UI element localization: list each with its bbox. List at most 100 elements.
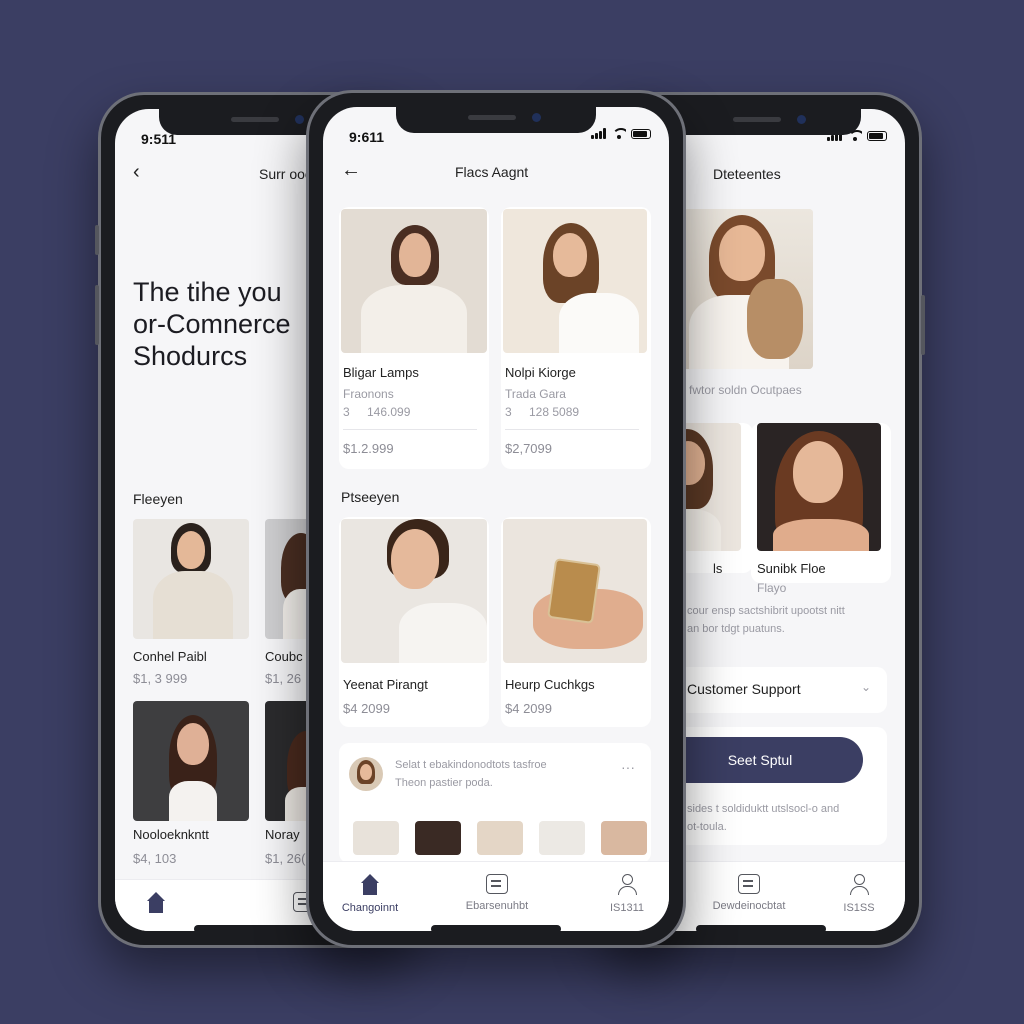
notch — [661, 109, 861, 135]
product-price: $1, 3 999 — [133, 671, 188, 686]
product-meta-right: 146.099 — [367, 405, 411, 419]
product-name: Coubc — [265, 649, 303, 664]
home-icon — [359, 874, 381, 896]
hero-line-3: Shodurcs — [133, 341, 248, 371]
page-title: Flacs Aagnt — [455, 164, 529, 180]
product-tag: ls — [713, 561, 723, 576]
cta-button-label: Seet Sptul — [727, 752, 793, 768]
product-name: Nolpi Kiorge — [505, 365, 576, 380]
product-image — [133, 519, 249, 639]
product-name: Sunibk Floe — [757, 561, 826, 576]
mockup-stage: Dteteentes fwtor soldn Ocutpaes ls Sunib… — [0, 0, 1024, 1024]
product-image-top[interactable] — [677, 209, 813, 369]
tab-catalog[interactable]: Dewdeinocbtat — [709, 874, 789, 912]
product-meta-left: 3 — [505, 405, 512, 419]
review-text-2: Theon pastier poda. — [395, 777, 493, 789]
divider — [343, 429, 477, 430]
page-title: Dteteentes — [713, 166, 781, 182]
cta-button[interactable]: Seet Sptul — [657, 737, 863, 783]
tab-catalog[interactable]: Ebarsenuhbt — [457, 874, 537, 912]
featured-card[interactable]: Nolpi Kiorge Trada Gara 3 128 5089 $2,70… — [501, 207, 651, 469]
product-image — [757, 423, 881, 551]
review-card[interactable]: Selat t ebakindonodtots tasfroe Theon pa… — [339, 743, 651, 863]
hero-line-2: or-Comnerce — [133, 309, 291, 339]
wifi-icon — [612, 128, 626, 139]
product-description-1: cour ensp sactshibrit upootst nitt — [687, 605, 845, 617]
product-image — [341, 519, 487, 663]
chevron-left-icon[interactable]: ‹ — [133, 161, 140, 184]
product-price: $1.2.999 — [343, 441, 394, 456]
tab-home-label: Changoinnt — [341, 902, 399, 914]
home-icon — [145, 892, 167, 914]
avatar — [415, 821, 461, 855]
product-name: Heurp Cuchkgs — [505, 677, 595, 692]
product-price: $1, 26( — [265, 851, 306, 866]
product-name: Bligar Lamps — [343, 365, 419, 380]
product-card[interactable]: Heurp Cuchkgs $4 2099 — [501, 517, 651, 727]
footer-text-1: sides t soldiduktt utslsocl-o and — [687, 803, 840, 815]
product-price: $2,7099 — [505, 441, 552, 456]
product-card[interactable]: Nooloeknkntt $4, 103 — [127, 701, 259, 871]
product-name: Yeenat Pirangt — [343, 677, 428, 692]
tab-catalog-label: Ebarsenuhbt — [465, 900, 529, 912]
tab-profile[interactable]: IS1311 — [599, 874, 655, 914]
product-subtitle: Trada Gara — [505, 387, 566, 401]
product-image — [503, 209, 647, 353]
more-horizontal-icon[interactable]: ··· — [621, 759, 635, 775]
avatar — [539, 821, 585, 855]
tab-home[interactable]: Changoinnt — [337, 874, 403, 914]
customer-support-label: Customer Support — [687, 681, 801, 697]
tab-profile-label: IS1SS — [843, 902, 875, 914]
tab-profile[interactable]: IS1SS — [831, 874, 887, 914]
home-indicator — [696, 925, 826, 931]
product-price: $4, 103 — [133, 851, 177, 866]
product-meta-right: 128 5089 — [529, 405, 580, 419]
notch — [396, 107, 596, 133]
product-card[interactable]: Sunibk Floe Flayo — [751, 423, 891, 595]
tab-catalog-label: Dewdeinocbtat — [712, 900, 786, 912]
avatar — [353, 821, 399, 855]
chevron-down-icon: ⌄ — [860, 680, 871, 694]
product-price: $4 2099 — [505, 701, 552, 716]
user-icon — [616, 874, 638, 896]
product-subtitle: Flayo — [757, 581, 787, 595]
product-name: Conhel Paibl — [133, 649, 207, 664]
product-price: $1, 26 — [265, 671, 302, 686]
product-image — [341, 209, 487, 353]
product-card[interactable]: Yeenat Pirangt $4 2099 — [339, 517, 489, 727]
arrow-left-icon[interactable]: ← — [341, 159, 361, 182]
avatar — [601, 821, 647, 855]
section-label: Ptseeyen — [341, 489, 400, 505]
featured-card[interactable]: Bligar Lamps Fraonons 3 146.099 $1.2.999 — [339, 207, 489, 469]
home-indicator — [194, 925, 324, 931]
user-icon — [848, 874, 870, 896]
avatar — [349, 757, 383, 791]
signal-icon — [591, 128, 607, 139]
battery-icon — [867, 130, 887, 141]
box-icon — [738, 874, 760, 894]
avatar — [477, 821, 523, 855]
product-subtitle: Fraonons — [343, 387, 394, 401]
status-icons — [591, 128, 651, 139]
phone-center-screen: 9:611 ← Flacs Aagnt Bligar Lamps Fraonon… — [323, 107, 669, 931]
product-image — [133, 701, 249, 821]
product-name: Nooloeknkntt — [133, 827, 209, 842]
tab-home[interactable] — [143, 892, 169, 920]
product-caption: fwtor soldn Ocutpaes — [689, 383, 802, 397]
section-label: Fleeyen — [133, 491, 183, 507]
tab-bar: Changoinnt Ebarsenuhbt IS1311 — [323, 861, 669, 931]
battery-icon — [631, 128, 651, 139]
product-name: Noray — [265, 827, 300, 842]
phone-center: 9:611 ← Flacs Aagnt Bligar Lamps Fraonon… — [306, 90, 686, 948]
product-image — [503, 519, 647, 663]
divider — [505, 429, 639, 430]
product-price: $4 2099 — [343, 701, 390, 716]
footer-text-2: ot-toula. — [687, 821, 727, 833]
review-text-1: Selat t ebakindonodtots tasfroe — [395, 759, 547, 771]
hero-line-1: The tihe you — [133, 277, 282, 307]
home-indicator — [431, 925, 561, 931]
status-time: 9:611 — [349, 129, 385, 145]
product-meta-left: 3 — [343, 405, 350, 419]
product-card[interactable]: Conhel Paibl $1, 3 999 — [127, 519, 259, 689]
page-title: Surr ooo — [259, 166, 313, 182]
